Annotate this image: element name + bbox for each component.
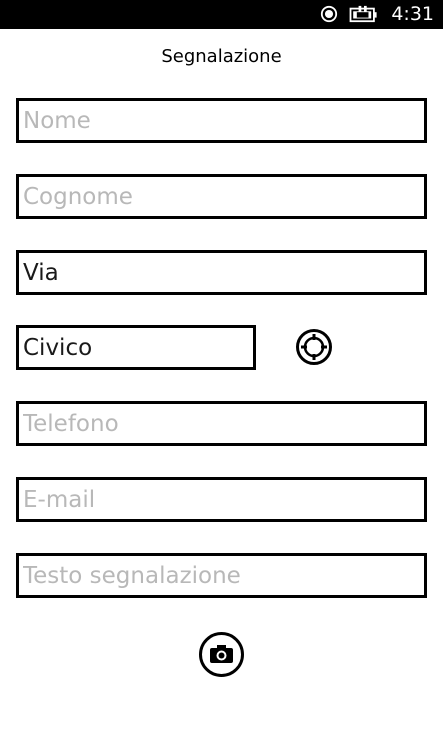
telefono-field[interactable] bbox=[16, 401, 427, 446]
telefono-input[interactable] bbox=[19, 404, 424, 443]
locate-button[interactable] bbox=[296, 329, 332, 365]
camera-button[interactable] bbox=[199, 632, 244, 677]
cognome-field[interactable] bbox=[16, 174, 427, 219]
email-field[interactable] bbox=[16, 477, 427, 522]
crosshair-target-icon bbox=[301, 334, 327, 360]
email-input[interactable] bbox=[19, 480, 424, 519]
civico-field[interactable] bbox=[16, 325, 256, 370]
camera-icon bbox=[210, 645, 233, 663]
testo-segnalazione-field[interactable] bbox=[16, 553, 427, 598]
nome-input[interactable] bbox=[19, 101, 424, 140]
status-bar: 4:31 bbox=[0, 0, 443, 29]
nome-field[interactable] bbox=[16, 98, 427, 143]
cognome-input[interactable] bbox=[19, 177, 424, 216]
testo-segnalazione-input[interactable] bbox=[19, 556, 424, 595]
battery-charging-icon bbox=[349, 5, 377, 23]
via-field[interactable] bbox=[16, 250, 427, 295]
civico-input[interactable] bbox=[19, 328, 253, 367]
via-input[interactable] bbox=[19, 253, 424, 292]
location-icon bbox=[320, 5, 338, 23]
status-time: 4:31 bbox=[391, 3, 434, 25]
page-title: Segnalazione bbox=[161, 46, 282, 67]
